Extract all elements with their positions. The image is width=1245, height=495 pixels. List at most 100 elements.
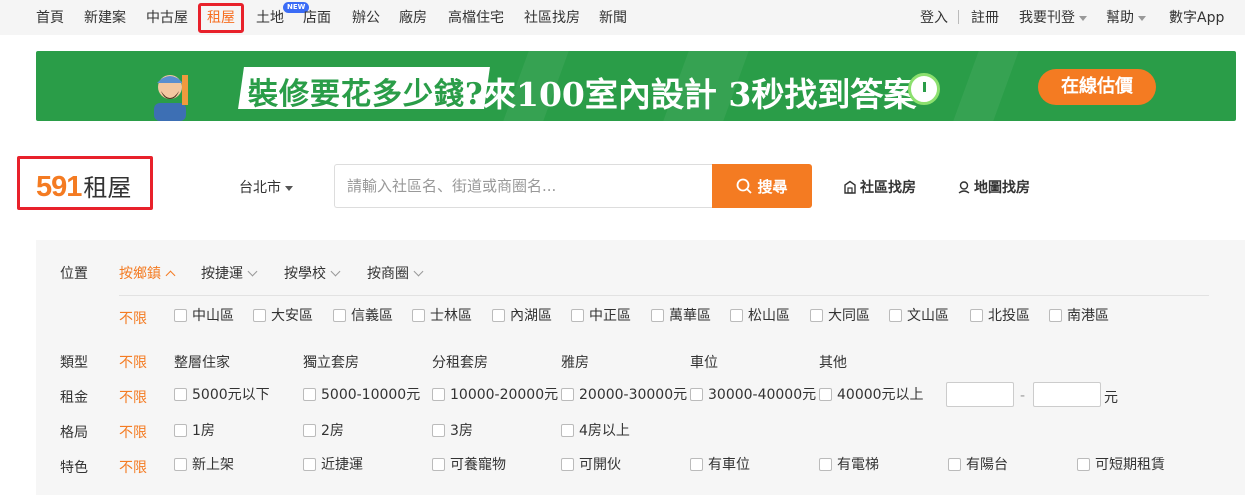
district-option-3[interactable]: 士林區 <box>412 308 472 324</box>
checkbox[interactable] <box>948 458 961 471</box>
checkbox[interactable] <box>889 309 902 322</box>
district-option-5[interactable]: 中正區 <box>571 308 631 324</box>
district-option-10[interactable]: 北投區 <box>970 308 1030 324</box>
district-unlimited[interactable]: 不限 <box>119 308 147 328</box>
search-input[interactable] <box>334 164 714 208</box>
type-option-5[interactable]: 其他 <box>819 352 847 372</box>
feature-option-3[interactable]: 可開伙 <box>561 457 621 473</box>
checkbox[interactable] <box>970 309 983 322</box>
district-option-0[interactable]: 中山區 <box>174 308 234 324</box>
checkbox[interactable] <box>303 424 316 437</box>
tab-by-school[interactable]: 按學校 <box>284 263 341 283</box>
type-option-3[interactable]: 雅房 <box>561 352 589 372</box>
nav-used-homes[interactable]: 中古屋 <box>146 9 188 27</box>
feature-unlimited[interactable]: 不限 <box>119 457 147 477</box>
checkbox[interactable] <box>1077 458 1090 471</box>
feature-option-1[interactable]: 近捷運 <box>303 457 363 473</box>
district-option-9[interactable]: 文山區 <box>889 308 949 324</box>
district-option-6[interactable]: 萬華區 <box>651 308 711 324</box>
tab-by-district[interactable]: 按鄉鎮 <box>119 263 176 283</box>
nav-factory[interactable]: 廠房 <box>399 9 427 27</box>
nav-luxury[interactable]: 高檔住宅 <box>448 9 504 27</box>
site-logo[interactable]: 591租屋 <box>36 168 131 204</box>
nav-new-projects[interactable]: 新建案 <box>84 9 126 27</box>
type-option-1[interactable]: 獨立套房 <box>303 352 359 372</box>
rent-option-4[interactable]: 30000-40000元 <box>690 387 816 403</box>
nav-news[interactable]: 新聞 <box>599 9 627 27</box>
tab-by-mrt[interactable]: 按捷運 <box>201 263 258 283</box>
rent-option-5[interactable]: 40000元以上 <box>819 387 924 403</box>
nav-office[interactable]: 辦公 <box>352 9 380 27</box>
checkbox[interactable] <box>561 458 574 471</box>
checkbox[interactable] <box>1049 309 1062 322</box>
app-link[interactable]: 數字App <box>1169 9 1224 27</box>
estimate-button[interactable]: 在線估價 <box>1038 69 1156 105</box>
map-search-link[interactable]: 地圖找房 <box>957 177 1030 197</box>
community-search-link[interactable]: 社區找房 <box>843 177 916 197</box>
checkbox[interactable] <box>303 458 316 471</box>
layout-option-2[interactable]: 3房 <box>432 423 473 439</box>
type-option-2[interactable]: 分租套房 <box>432 352 488 372</box>
layout-option-3[interactable]: 4房以上 <box>561 423 630 439</box>
nav-shops[interactable]: 店面 <box>303 9 331 27</box>
checkbox[interactable] <box>690 458 703 471</box>
rent-min-input[interactable] <box>946 382 1014 407</box>
checkbox[interactable] <box>253 309 266 322</box>
rent-option-3[interactable]: 20000-30000元 <box>561 387 687 403</box>
layout-option-0[interactable]: 1房 <box>174 423 215 439</box>
district-option-2[interactable]: 信義區 <box>333 308 393 324</box>
checkbox[interactable] <box>571 309 584 322</box>
nav-rent[interactable]: 租屋 <box>207 9 235 27</box>
rent-option-0[interactable]: 5000元以下 <box>174 387 270 403</box>
district-option-7[interactable]: 松山區 <box>730 308 790 324</box>
district-option-11[interactable]: 南港區 <box>1049 308 1109 324</box>
checkbox[interactable] <box>174 309 187 322</box>
feature-option-7[interactable]: 可短期租賃 <box>1077 457 1165 473</box>
type-option-4[interactable]: 車位 <box>690 352 718 372</box>
type-option-0[interactable]: 整層住家 <box>174 352 230 372</box>
checkbox[interactable] <box>651 309 664 322</box>
district-option-1[interactable]: 大安區 <box>253 308 313 324</box>
feature-option-6[interactable]: 有陽台 <box>948 457 1008 473</box>
tab-by-business-area[interactable]: 按商圈 <box>367 263 424 283</box>
checkbox[interactable] <box>690 388 703 401</box>
checkbox[interactable] <box>412 309 425 322</box>
rent-option-1[interactable]: 5000-10000元 <box>303 387 420 403</box>
search-button[interactable]: 搜尋 <box>712 164 812 208</box>
register-link[interactable]: 註冊 <box>971 9 999 27</box>
login-link[interactable]: 登入 <box>920 9 948 27</box>
post-listing-menu[interactable]: 我要刊登 <box>1019 9 1087 27</box>
checkbox[interactable] <box>432 388 445 401</box>
checkbox[interactable] <box>810 309 823 322</box>
help-menu[interactable]: 幫助 <box>1106 9 1146 27</box>
checkbox[interactable] <box>174 388 187 401</box>
checkbox[interactable] <box>730 309 743 322</box>
checkbox[interactable] <box>174 458 187 471</box>
ad-banner[interactable]: 裝修要花多少錢? 來100室內設計 3秒找到答案 在線估價 <box>36 51 1236 121</box>
district-option-8[interactable]: 大同區 <box>810 308 870 324</box>
checkbox[interactable] <box>174 424 187 437</box>
checkbox[interactable] <box>432 424 445 437</box>
checkbox[interactable] <box>492 309 505 322</box>
type-unlimited[interactable]: 不限 <box>119 352 147 372</box>
nav-land[interactable]: 土地 <box>256 9 284 27</box>
checkbox[interactable] <box>819 458 832 471</box>
checkbox[interactable] <box>333 309 346 322</box>
rent-max-input[interactable] <box>1033 382 1101 407</box>
feature-option-5[interactable]: 有電梯 <box>819 457 879 473</box>
rent-unlimited[interactable]: 不限 <box>119 387 147 407</box>
checkbox[interactable] <box>432 458 445 471</box>
feature-option-2[interactable]: 可養寵物 <box>432 457 506 473</box>
checkbox[interactable] <box>561 424 574 437</box>
feature-option-4[interactable]: 有車位 <box>690 457 750 473</box>
checkbox[interactable] <box>303 388 316 401</box>
checkbox[interactable] <box>561 388 574 401</box>
nav-community[interactable]: 社區找房 <box>524 9 580 27</box>
district-option-4[interactable]: 內湖區 <box>492 308 552 324</box>
rent-option-2[interactable]: 10000-20000元 <box>432 387 558 403</box>
checkbox[interactable] <box>819 388 832 401</box>
feature-option-0[interactable]: 新上架 <box>174 457 234 473</box>
layout-option-1[interactable]: 2房 <box>303 423 344 439</box>
nav-home[interactable]: 首頁 <box>36 9 64 27</box>
layout-unlimited[interactable]: 不限 <box>119 422 147 442</box>
